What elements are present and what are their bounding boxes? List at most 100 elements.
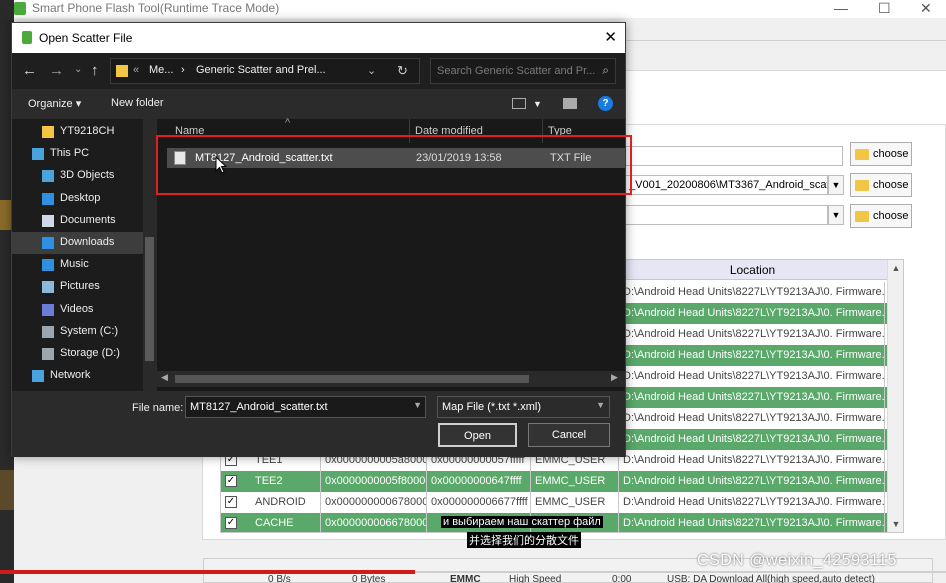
nav-item[interactable]: Desktop [12,188,143,210]
nav-item-label: System (C:) [60,324,119,337]
nav-item[interactable]: Documents [12,210,143,232]
folder-icon [855,149,869,160]
pictures-icon [42,281,54,294]
nav-item-label: 3D Objects [60,169,115,182]
chevron-down-icon[interactable]: ▼ [413,400,422,410]
chevron-down-icon[interactable]: ⌄ [367,64,376,77]
choose-auth-button[interactable]: choose [850,204,912,228]
dialog-toolbar: Organize ▾ New folder ▼ ? [12,89,625,119]
cell-begin: 0x0000000066780000 [321,513,427,532]
table-scrollbar[interactable]: ▲ ▼ [887,260,903,532]
video-progress-bar[interactable] [0,570,415,574]
open-button[interactable]: Open [438,423,517,447]
chevron-down-icon[interactable]: ▼ [596,400,605,410]
new-folder-button[interactable]: New folder [111,97,164,109]
app-icon [22,31,32,44]
status-usb: USB: DA Download All(high speed,auto det… [667,574,875,583]
nav-item[interactable]: Network [12,365,143,387]
choose-label: choose [873,148,909,160]
nav-item[interactable]: Downloads [12,232,143,254]
nav-item[interactable]: YT9218CH [12,121,143,143]
nav-item-label: Music [60,258,89,271]
file-type-filter[interactable]: Map File (*.txt *.xml) ▼ [437,396,610,418]
close-button[interactable]: ✕ [920,0,932,17]
address-bar[interactable]: « Me... › Generic Scatter and Prel... ⌄ … [110,58,420,84]
cell-region: EMMC_USER [531,492,619,513]
file-list-scrollbar[interactable]: ◀ ▶ [157,371,625,387]
minimize-button[interactable]: — [834,0,848,16]
cell-location: D:\Android Head Units\8227L\YT9213AJ\0. … [619,345,885,366]
nav-item[interactable]: Pictures [12,276,143,298]
table-row[interactable]: ✓ ANDROID 0x0000000006780000 0x000000006677… [221,492,889,513]
organize-menu[interactable]: Organize ▾ [28,97,81,110]
nav-item[interactable]: This PC [12,143,143,165]
address-overflow[interactable]: « [133,64,139,76]
cell-location: D:\Android Head Units\8227L\YT9213AJ\0. … [619,303,885,324]
status-bytes: 0 Bytes [352,574,386,583]
dialog-title: Open Scatter File [39,31,133,45]
search-input[interactable]: Search Generic Scatter and Pr... [437,65,595,77]
up-button[interactable]: ↑ [91,62,99,79]
scroll-right-icon[interactable]: ▶ [611,372,618,383]
choose-scatter-button[interactable]: choose [850,173,912,197]
cube-icon [42,170,54,183]
location-column-header[interactable]: Location [619,260,885,280]
cell-end: 0x000000006677ffff [427,492,531,513]
checkbox[interactable]: ✓ [225,475,237,487]
scroll-left-icon[interactable]: ◀ [161,372,168,383]
forward-button[interactable]: → [49,62,64,79]
cell-location: D:\Android Head Units\8227L\YT9213AJ\0. … [619,324,885,345]
refresh-icon[interactable]: ↻ [397,63,408,79]
nav-item[interactable]: Music [12,254,143,276]
main-window-title: Smart Phone Flash Tool(Runtime Trace Mod… [32,1,280,15]
preview-pane-icon[interactable] [563,98,577,109]
nav-item-label: Pictures [60,280,100,293]
scroll-up-icon[interactable]: ▲ [888,260,903,276]
file-name-input[interactable]: MT8127_Android_scatter.txt ▼ [185,396,426,418]
back-button[interactable]: ← [22,62,37,79]
strip-block [0,470,14,510]
chevron-down-icon[interactable]: ▼ [828,205,844,225]
chevron-down-icon[interactable]: ▼ [533,99,542,109]
nav-item[interactable]: Storage (D:) [12,343,143,365]
cell-location: D:\Android Head Units\8227L\YT9213AJ\0. … [619,450,885,471]
maximize-button[interactable]: ☐ [878,0,891,17]
download-agent-field[interactable] [624,146,843,166]
video-progress-track[interactable] [415,571,946,573]
nav-item[interactable]: 3D Objects [12,165,143,187]
address-segment[interactable]: Generic Scatter and Prel... [196,64,326,76]
view-options-icon[interactable] [512,98,526,109]
checkbox[interactable]: ✓ [225,517,237,529]
scatter-loading-field[interactable]: _V001_20200806\MT3367_Android_scatter. [624,175,828,195]
scroll-thumb[interactable] [175,375,529,383]
folder-icon [855,180,869,191]
help-icon[interactable]: ? [598,96,613,111]
recent-locations-button[interactable]: ⌄ [74,64,82,75]
dialog-titlebar: Open Scatter File ✕ [12,23,625,53]
folder-icon [855,211,869,222]
checkbox[interactable]: ✓ [225,496,237,508]
chevron-down-icon[interactable]: ▼ [828,175,844,195]
nav-item[interactable]: Videos [12,299,143,321]
table-row[interactable]: ✓ TEE2 0x0000000005f80000 0x00000000647ffff… [221,471,889,492]
nav-item-label: Videos [60,302,94,315]
cell-location: D:\Android Head Units\8227L\YT9213AJ\0. … [619,513,885,532]
navpane-scrollbar[interactable] [143,119,156,391]
choose-da-button[interactable]: choose [850,142,912,166]
scroll-thumb[interactable] [145,237,154,361]
cell-location: D:\Android Head Units\8227L\YT9213AJ\0. … [619,366,885,387]
nav-item-label: This PC [50,147,90,160]
dialog-close-button[interactable]: ✕ [604,28,617,46]
auth-file-field[interactable] [624,205,828,225]
nav-item-label: Desktop [60,191,101,204]
download-icon [42,237,54,249]
nav-item[interactable]: System (C:) [12,321,143,343]
scroll-down-icon[interactable]: ▼ [888,516,903,532]
search-box[interactable]: Search Generic Scatter and Pr... ⌕ [430,58,616,84]
address-segment[interactable]: Me... [149,64,173,76]
red-highlight-box [156,135,632,195]
cancel-button[interactable]: Cancel [528,423,610,447]
cell-name: ANDROID [251,492,321,513]
drive-icon [42,348,54,360]
search-icon[interactable]: ⌕ [602,63,609,78]
